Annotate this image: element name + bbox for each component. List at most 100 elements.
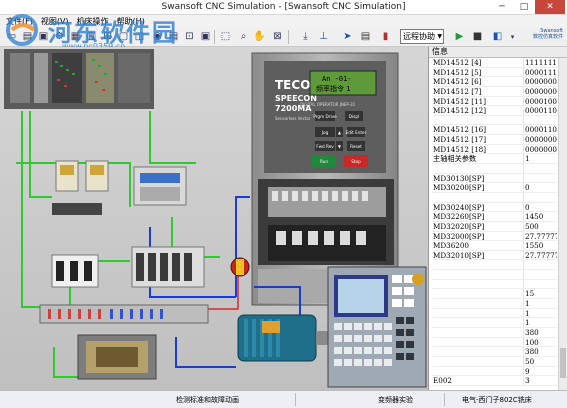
parameter-value: 00000000 xyxy=(523,135,557,144)
parameter-row[interactable]: MD14512 [4] 11111111 xyxy=(433,58,557,68)
parameter-row[interactable]: E002 3 xyxy=(433,376,557,386)
servo-drive[interactable] xyxy=(133,166,187,206)
parameter-row[interactable]: 15 xyxy=(433,289,557,300)
parameter-name xyxy=(433,328,523,337)
settings-icon[interactable]: ⚙ xyxy=(52,29,67,44)
parameter-name: MD32260[SP] xyxy=(433,212,485,221)
parameter-value: 00001100 xyxy=(523,106,557,115)
cnc-control-panel[interactable] xyxy=(327,266,427,388)
motor[interactable] xyxy=(237,314,330,362)
parameter-value: 3 xyxy=(523,376,557,385)
parameter-row[interactable]: 主轴相关参数 1 xyxy=(433,154,557,165)
parameter-row[interactable]: 100 xyxy=(433,337,557,348)
parameter-row[interactable]: 1 xyxy=(433,318,557,328)
mode-select[interactable]: 远程协助 ▼ xyxy=(400,29,444,44)
parameter-row[interactable] xyxy=(433,279,557,290)
contactor-row[interactable] xyxy=(131,246,205,288)
jog-key-label: Jog xyxy=(321,130,329,135)
select-icon[interactable]: ◫ xyxy=(132,29,147,44)
chart-icon[interactable]: ▤ xyxy=(166,29,181,44)
emergency-switch[interactable] xyxy=(230,257,250,277)
parameter-row[interactable]: MD14512 [16] 00001100 xyxy=(433,125,557,136)
parameter-value: 380 xyxy=(523,347,557,356)
parameter-row[interactable]: MD32020[SP] 500 xyxy=(433,221,557,232)
terminal-rail[interactable] xyxy=(39,304,209,324)
vertical-scrollbar[interactable] xyxy=(558,58,567,390)
parameter-value: 27.77777 xyxy=(523,250,557,260)
parameter-row[interactable]: MD30200[SP] 0 xyxy=(433,183,557,193)
parameter-value xyxy=(523,270,557,279)
book-icon[interactable]: ▮ xyxy=(378,29,393,44)
parameter-row[interactable]: MD32260[SP] 1450 xyxy=(433,212,557,222)
transformer[interactable] xyxy=(77,334,157,380)
pan-icon[interactable]: ✋ xyxy=(252,29,267,44)
parameter-name xyxy=(433,260,523,269)
scrollbar-thumb[interactable] xyxy=(560,348,566,378)
align-icon[interactable]: ⊥ xyxy=(316,29,331,44)
pointer-icon[interactable]: ➤ xyxy=(340,29,355,44)
zoom-icon[interactable]: ⌕ xyxy=(236,29,251,44)
play-icon[interactable]: ▶ xyxy=(452,29,467,44)
fit-icon[interactable]: ⊠ xyxy=(270,29,285,44)
simulation-canvas[interactable]: TECO SPEECON 7200MA Sensorless Vector An… xyxy=(0,47,428,390)
parameter-value: 27.77777 xyxy=(523,231,557,241)
parameter-row[interactable]: MD32000[SP] 27.77777 xyxy=(433,231,557,242)
document-icon[interactable]: ▤ xyxy=(358,29,373,44)
circuit-breakers[interactable] xyxy=(51,254,99,288)
menu-help[interactable]: 帮助(H) xyxy=(117,16,145,27)
parameter-row[interactable]: MD30130[SP] xyxy=(433,173,557,184)
parameter-row[interactable]: MD14512 [18] 00000000 xyxy=(433,144,557,155)
parameter-row[interactable]: MD14512 [12] 00001100 xyxy=(433,106,557,116)
menu-file[interactable]: 文件(F) xyxy=(6,16,33,27)
plc-module[interactable] xyxy=(4,49,154,109)
parameter-row[interactable]: 9 xyxy=(433,366,557,377)
close-button[interactable]: ✕ xyxy=(535,0,565,14)
parameter-row[interactable] xyxy=(433,192,557,203)
save-icon[interactable]: ▣ xyxy=(36,29,51,44)
parameter-value xyxy=(523,173,557,183)
parameter-name xyxy=(433,164,523,173)
parameter-row[interactable]: 50 xyxy=(433,356,557,367)
rect-select-icon[interactable]: ⬚ xyxy=(218,29,233,44)
parameter-row[interactable] xyxy=(433,164,557,174)
parameter-row[interactable] xyxy=(433,270,557,280)
menu-machine[interactable]: 机床操作 xyxy=(77,16,109,27)
dropdown-icon[interactable]: ▾ xyxy=(505,29,520,44)
measure-icon[interactable]: ⊡ xyxy=(182,29,197,44)
new-icon[interactable]: ▭ xyxy=(4,29,19,44)
parameter-row[interactable]: 380 xyxy=(433,327,557,338)
panel-icon[interactable]: ◧ xyxy=(490,29,505,44)
parameter-row[interactable] xyxy=(433,260,557,271)
camera-icon[interactable]: ◉ xyxy=(150,29,165,44)
layout-icon[interactable]: ▥ xyxy=(84,29,99,44)
view-icon[interactable]: ▢ xyxy=(116,29,131,44)
cabinet-scene: TECO SPEECON 7200MA Sensorless Vector An… xyxy=(0,47,428,390)
panel-header: 信息 xyxy=(429,47,567,58)
fwd-rev-key-label: Fwd Rev xyxy=(316,144,334,149)
stop-icon[interactable]: ■ xyxy=(470,29,485,44)
parameter-row[interactable]: MD14512 [17] 00000000 xyxy=(433,135,557,145)
parameter-row[interactable]: MD14512 [7] 00000000 xyxy=(433,86,557,97)
parameter-row[interactable]: MD32010[SP] 27.77777 xyxy=(433,250,557,261)
frame-icon[interactable]: ▣ xyxy=(198,29,213,44)
parameter-row[interactable]: 380 xyxy=(433,347,557,357)
open-icon[interactable]: ▤ xyxy=(20,29,35,44)
parameter-name xyxy=(433,193,523,202)
parameter-name xyxy=(433,367,523,376)
maximize-button[interactable]: □ xyxy=(513,0,535,14)
minimize-button[interactable]: ─ xyxy=(491,0,513,14)
parameter-row[interactable]: MD30240[SP] 0 xyxy=(433,202,557,213)
parameter-row[interactable]: MD36200 1550 xyxy=(433,241,557,251)
parameter-row[interactable]: 1 xyxy=(433,299,557,309)
parameter-row[interactable]: MD14512 [11] 00001001 xyxy=(433,96,557,107)
menu-view[interactable]: 视图(V) xyxy=(41,16,69,27)
tool-icon[interactable]: ⊞ xyxy=(100,29,115,44)
parameter-row[interactable] xyxy=(433,115,557,126)
parameter-row[interactable]: MD14512 [6] 00000000 xyxy=(433,77,557,87)
grid-icon[interactable]: ▦ xyxy=(68,29,83,44)
download-icon[interactable]: ⤓ xyxy=(298,29,313,44)
edit-enter-key-label: Edit Enter xyxy=(346,130,367,135)
parameter-name: MD32000[SP] xyxy=(433,231,485,241)
parameter-row[interactable]: 1 xyxy=(433,308,557,319)
parameter-row[interactable]: MD14512 [5] 00001111 xyxy=(433,67,557,78)
